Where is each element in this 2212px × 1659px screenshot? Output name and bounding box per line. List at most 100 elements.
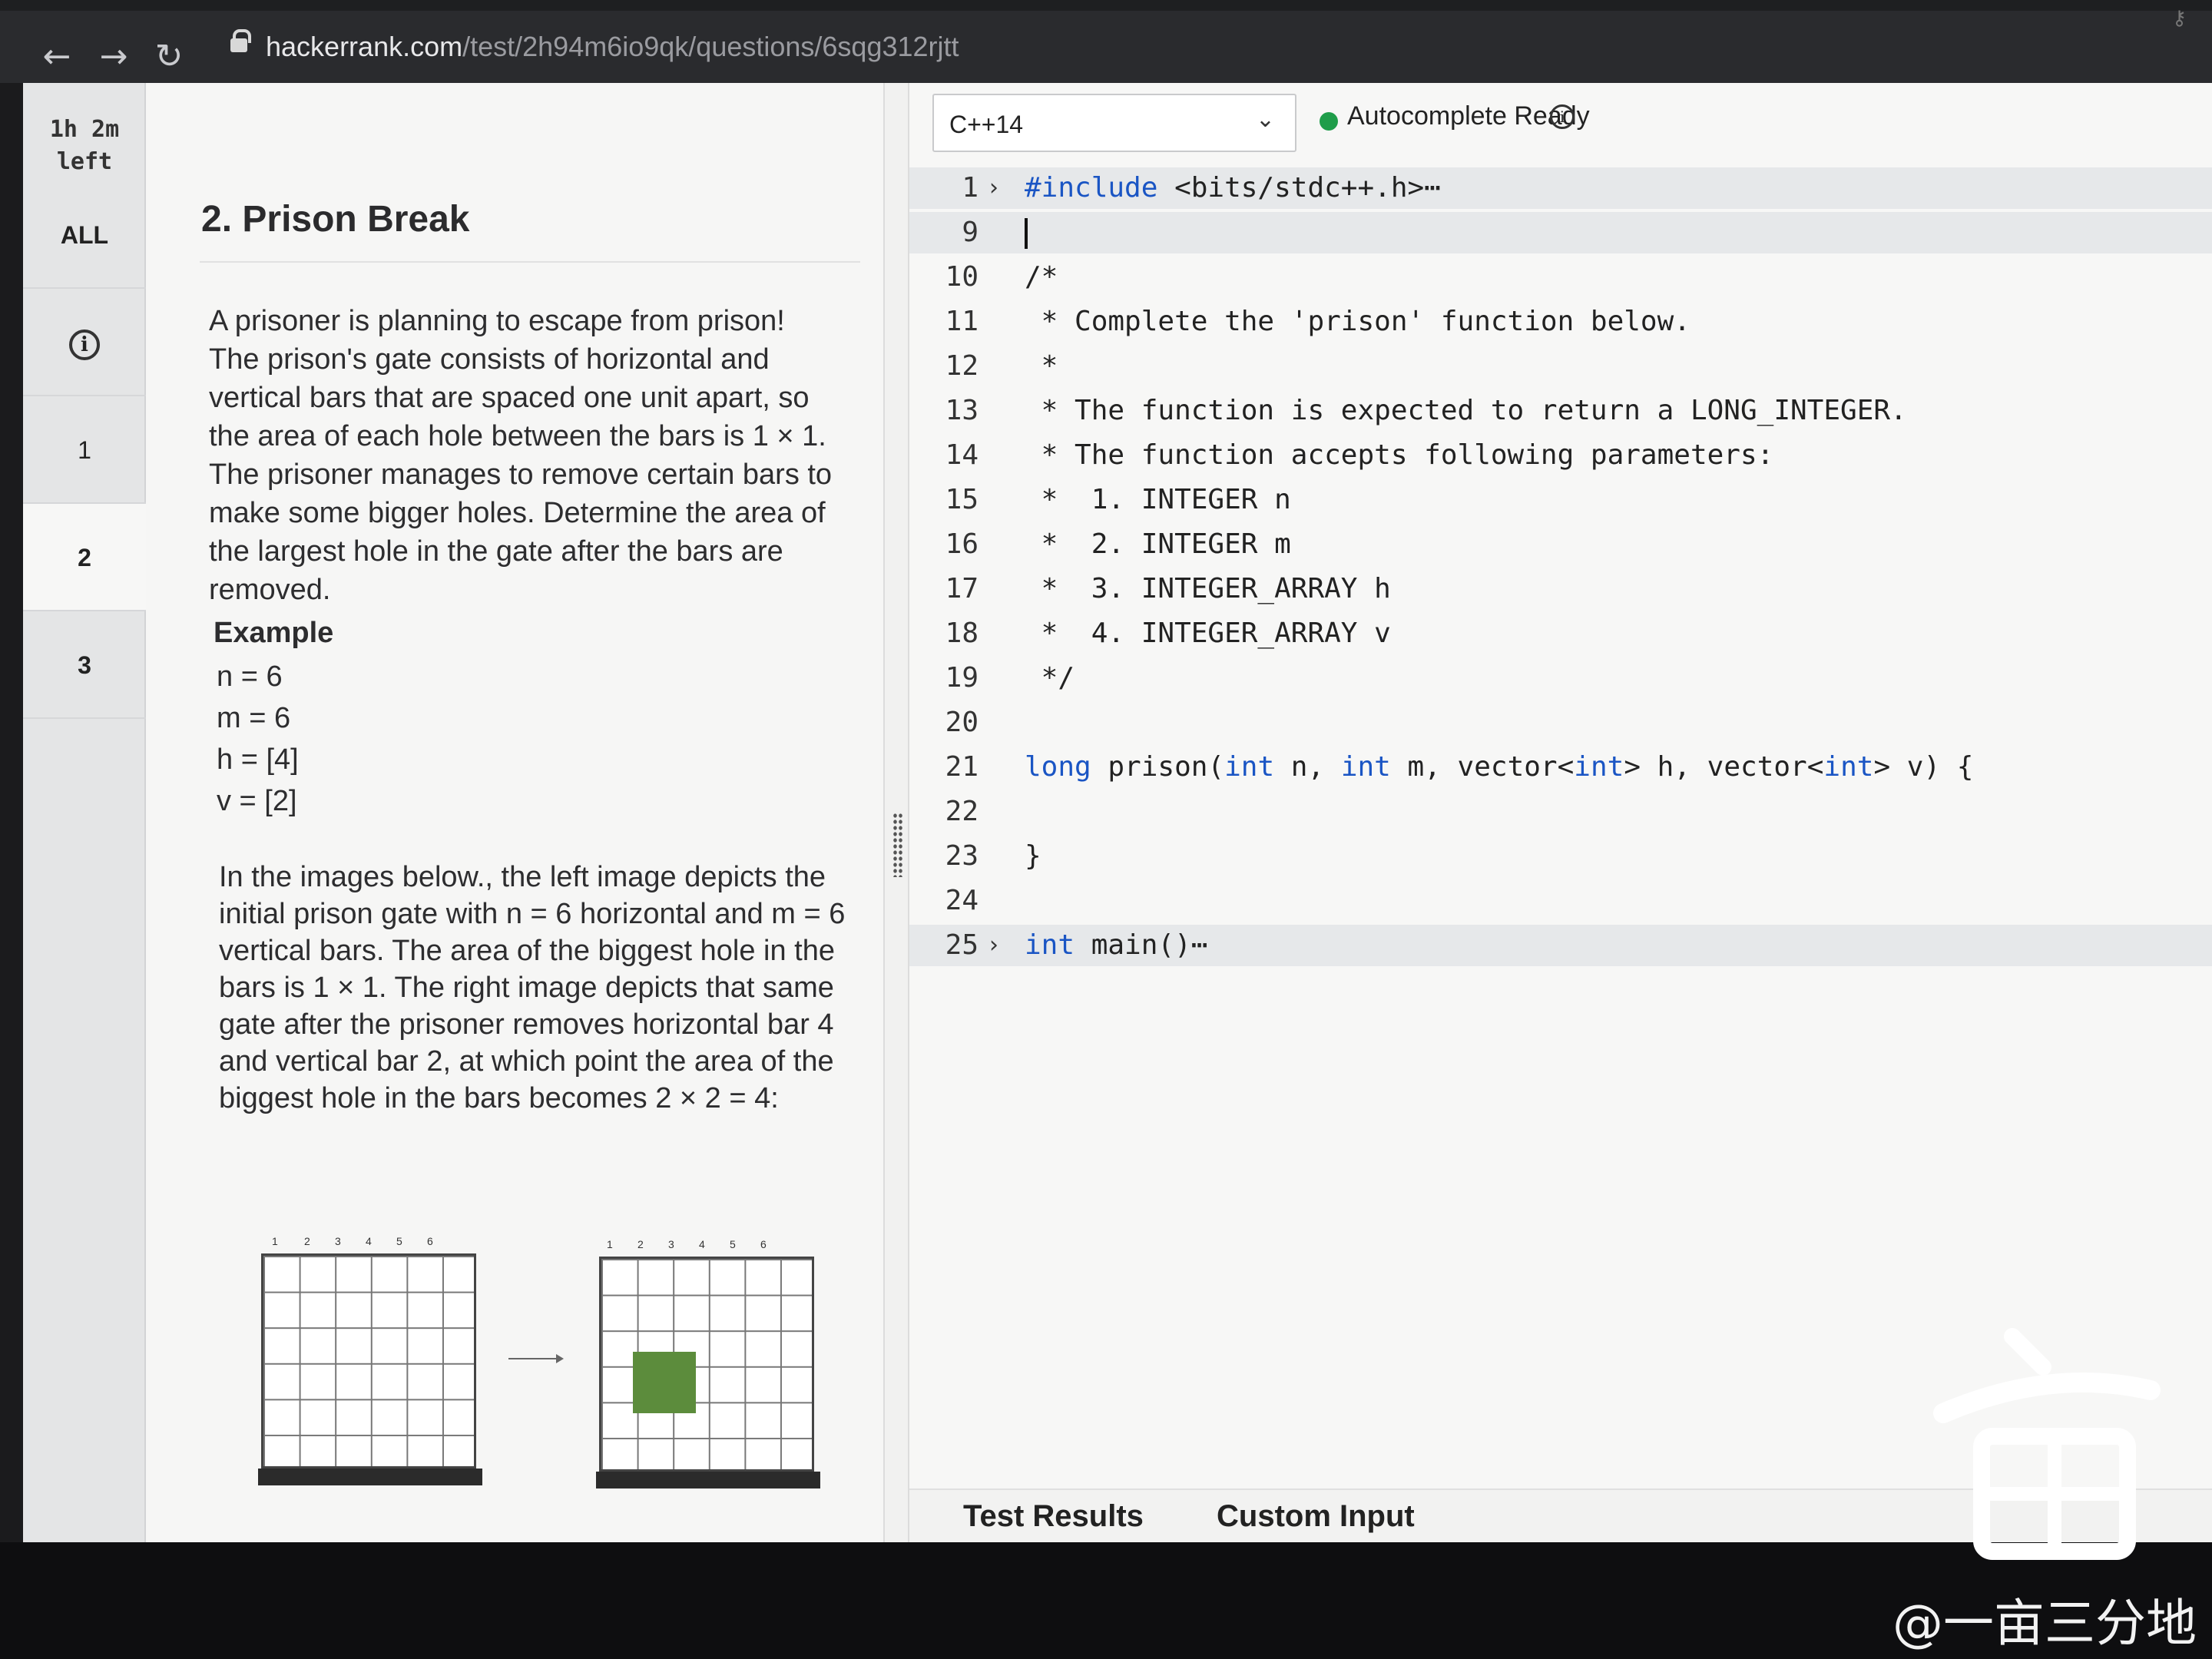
url-path: /test/2h94m6io9qk/questions/6sqg312rjtt — [462, 31, 959, 62]
grid-tick: 2 — [637, 1238, 644, 1250]
line-number: 11 — [945, 306, 979, 337]
info-icon[interactable]: i — [1550, 104, 1575, 129]
line-number: 12 — [945, 350, 979, 382]
line-number: 1 — [962, 172, 979, 204]
grid-tick: 5 — [396, 1235, 402, 1247]
line-number: 19 — [945, 662, 979, 694]
initial-gate-grid — [261, 1253, 476, 1469]
code-text: * 1. INTEGER n — [1025, 484, 1291, 515]
back-icon[interactable]: ← — [34, 34, 80, 80]
hackerrank-test-page: 1h 2m left ALL i 1 2 3 2. Prison Break A… — [23, 83, 2212, 1542]
grid-tick: 5 — [730, 1238, 736, 1250]
arrow-icon — [508, 1354, 564, 1363]
sidebar-item-question-3[interactable]: 3 — [23, 611, 146, 719]
url-text: hackerrank.com/test/2h94m6io9qk/question… — [266, 31, 959, 63]
code-line[interactable]: 22 — [909, 791, 2212, 833]
code-text: * 2. INTEGER m — [1025, 528, 1291, 560]
code-line[interactable]: 20 — [909, 702, 2212, 743]
line-number: 18 — [945, 618, 979, 649]
sidebar-item-label: 2 — [78, 544, 91, 571]
reload-icon[interactable]: ↻ — [146, 34, 192, 80]
status-dot-icon — [1320, 112, 1338, 131]
code-line[interactable]: 25 › int main()⋯ — [909, 925, 2212, 966]
line-number: 21 — [945, 751, 979, 783]
problem-description: A prisoner is planning to escape from pr… — [209, 305, 833, 606]
forward-icon[interactable]: → — [91, 34, 137, 80]
code-line[interactable]: 10 /* — [909, 257, 2212, 298]
time-left: 1h 2m left — [23, 114, 146, 178]
grid-tick: 1 — [272, 1235, 278, 1247]
code-line[interactable]: 18 * 4. INTEGER_ARRAY v — [909, 613, 2212, 654]
fold-chevron-icon[interactable]: › — [989, 167, 998, 209]
chevron-down-icon: ⌄ — [1255, 106, 1275, 133]
address-bar[interactable]: hackerrank.com/test/2h94m6io9qk/question… — [207, 23, 1436, 74]
code-line[interactable]: 13 * The function is expected to return … — [909, 390, 2212, 432]
code-line[interactable]: 12 * — [909, 346, 2212, 387]
language-value: C++14 — [949, 111, 1024, 138]
line-number: 24 — [945, 885, 979, 916]
code-text: } — [1025, 840, 1041, 872]
example-line-h: h = [4] — [217, 743, 299, 776]
line-number: 25 — [945, 929, 979, 961]
code-line[interactable]: 14 * The function accepts following para… — [909, 435, 2212, 476]
sidebar-item-info[interactable]: i — [23, 289, 146, 396]
problem-panel: 2. Prison Break A prisoner is planning t… — [146, 83, 883, 1542]
line-number: 16 — [945, 528, 979, 560]
code-text: * Complete the 'prison' function below. — [1025, 306, 1690, 337]
timer-line-2: left — [56, 148, 113, 175]
prison-gate-figure: 1 2 3 4 5 6 1 2 3 4 5 6 — [238, 1235, 853, 1512]
example-heading: Example — [214, 617, 334, 649]
lock-icon — [230, 29, 251, 52]
sidebar-item-label: ALL — [60, 221, 109, 249]
tab-test-results[interactable]: Test Results — [963, 1499, 1144, 1534]
sidebar-item-label: 1 — [78, 436, 91, 464]
gate-base — [258, 1469, 482, 1485]
fold-chevron-icon[interactable]: › — [989, 925, 998, 966]
grid-tick: 6 — [760, 1238, 767, 1250]
sidebar-item-question-2[interactable]: 2 — [23, 504, 146, 611]
code-text: * The function is expected to return a L… — [1025, 395, 1907, 426]
code-line[interactable]: 9 — [909, 212, 2212, 253]
code-text: * 4. INTEGER_ARRAY v — [1025, 618, 1391, 649]
info-icon: i — [69, 329, 100, 360]
code-line[interactable]: 23} — [909, 836, 2212, 877]
grid-tick: 6 — [427, 1235, 433, 1247]
grid-tick: 3 — [668, 1238, 674, 1250]
grid-tick: 1 — [607, 1238, 613, 1250]
example-line-n: n = 6 — [217, 661, 283, 693]
tab-strip — [0, 0, 2212, 11]
code-area[interactable]: 1 › #include <bits/stdc++.h>⋯ 9 10 /* 11 * Com… — [909, 167, 2212, 997]
laptop-bezel — [0, 1542, 2212, 1659]
code-text: * The function accepts following paramet… — [1025, 439, 1774, 471]
line-number: 20 — [945, 707, 979, 738]
sidebar-item-all[interactable]: ALL — [23, 181, 146, 289]
key-icon[interactable]: ⚷ — [2172, 6, 2203, 29]
tab-custom-input[interactable]: Custom Input — [1217, 1499, 1415, 1534]
panel-splitter[interactable] — [883, 83, 909, 1542]
line-number: 17 — [945, 573, 979, 604]
language-select[interactable]: C++14 ⌄ — [932, 94, 1296, 152]
code-text: long prison(int n, int m, vector<int> h,… — [1025, 751, 1974, 783]
code-line[interactable]: 19 */ — [909, 657, 2212, 699]
code-line[interactable]: 1 › #include <bits/stdc++.h>⋯ — [909, 167, 2212, 209]
grid-tick: 4 — [699, 1238, 705, 1250]
code-line[interactable]: 16 * 2. INTEGER m — [909, 524, 2212, 565]
line-number: 22 — [945, 796, 979, 827]
code-line[interactable]: 24 — [909, 880, 2212, 922]
url-host: hackerrank.com — [266, 31, 463, 62]
watermark-text: @一亩三分地 — [1892, 1594, 2197, 1653]
timer-line-1: 1h 2m — [49, 116, 120, 143]
code-line[interactable]: 11 * Complete the 'prison' function belo… — [909, 301, 2212, 343]
code-line[interactable]: 15 * 1. INTEGER n — [909, 479, 2212, 521]
browser-toolbar: ← → ↻ hackerrank.com/test/2h94m6io9qk/qu… — [0, 0, 2212, 83]
code-line[interactable]: 21 long prison(int n, int m, vector<int> … — [909, 747, 2212, 788]
drag-handle-icon[interactable] — [892, 813, 903, 877]
example-line-v: v = [2] — [217, 785, 297, 817]
example-explanation: In the images below., the left image dep… — [219, 861, 846, 1114]
line-number: 13 — [945, 395, 979, 426]
example-line-m: m = 6 — [217, 702, 291, 734]
sidebar-item-question-1[interactable]: 1 — [23, 396, 146, 504]
code-text: */ — [1025, 662, 1075, 694]
code-text: int main()⋯ — [1025, 929, 1208, 961]
code-line[interactable]: 17 * 3. INTEGER_ARRAY h — [909, 568, 2212, 610]
